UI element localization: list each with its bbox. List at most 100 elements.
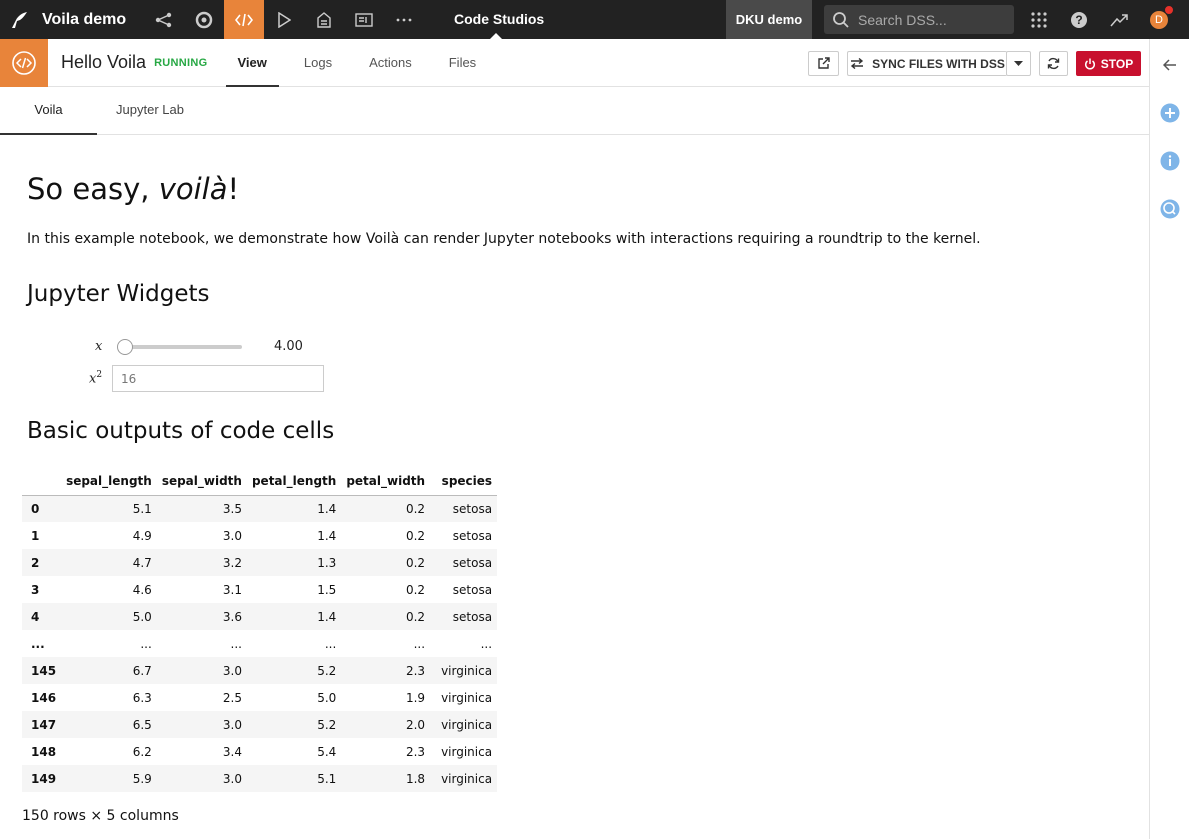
column-header-index <box>22 467 62 496</box>
project-name[interactable]: Voila demo <box>42 11 144 29</box>
squared-label-exponent: 2 <box>96 370 103 380</box>
table-cell: 5.0 <box>317 690 337 705</box>
code-icon[interactable] <box>224 0 264 39</box>
lab-icon[interactable] <box>184 0 224 39</box>
table-row: .................. <box>22 630 497 657</box>
table-cell: 2.3 <box>405 663 426 678</box>
squared-label: x2 <box>89 370 102 386</box>
table-cell: 6.5 <box>132 717 152 732</box>
top-navigation-bar: Voila demo Code Studios DKU demo Search … <box>0 0 1189 39</box>
notification-dot <box>1164 4 1174 15</box>
run-icon[interactable] <box>264 0 304 39</box>
tab-voila[interactable]: Voila <box>0 87 97 135</box>
slider-handle[interactable] <box>117 339 133 355</box>
table-cell: 5.4 <box>317 744 337 759</box>
table-cell: 1.3 <box>317 555 337 570</box>
table-cell: 4.6 <box>132 582 152 597</box>
column-header: sepal_length <box>61 467 157 496</box>
table-cell: 0.2 <box>405 582 426 597</box>
table-cell: 5.2 <box>317 717 337 732</box>
column-header: species <box>430 467 498 496</box>
table-cell: 3.4 <box>222 744 242 759</box>
flow-icon[interactable] <box>144 0 184 39</box>
refresh-button[interactable] <box>1039 51 1068 76</box>
help-icon[interactable]: ? <box>1060 0 1098 39</box>
notebook-title: So easy, voilà! <box>27 172 239 206</box>
table-cell: setosa <box>452 609 493 624</box>
table-cell: 3.5 <box>222 501 242 516</box>
row-index-cell: 149 <box>31 771 57 786</box>
stop-label: STOP <box>1100 56 1134 71</box>
x-slider[interactable] <box>118 345 242 349</box>
table-cell: 3.0 <box>222 771 242 786</box>
tab-view[interactable]: View <box>225 39 279 87</box>
slider-value: 4.00 <box>274 339 303 354</box>
outputs-heading: Basic outputs of code cells <box>27 418 335 444</box>
table-row: 4 5.0 3.6 1.4 0.2 setosa <box>22 603 498 630</box>
refresh-icon <box>1047 57 1060 70</box>
studio-tabs: View Logs Actions Files <box>225 39 502 87</box>
table-cell: 2.5 <box>222 690 242 705</box>
table-header-row: sepal_length sepal_width petal_length pe… <box>22 467 498 496</box>
row-index-cell: 0 <box>31 501 40 516</box>
table-cell: 6.7 <box>132 663 152 678</box>
tab-actions[interactable]: Actions <box>357 39 424 87</box>
table-row: 148 6.2 3.4 5.4 2.3 virginica <box>22 738 497 765</box>
sync-files-button[interactable]: SYNC FILES WITH DSS <box>847 51 1007 76</box>
table-cell: setosa <box>452 528 493 543</box>
table-cell: virginica <box>441 690 493 705</box>
back-arrow-icon[interactable] <box>1160 55 1180 75</box>
table-row: 0 5.1 3.5 1.4 0.2 setosa <box>22 495 498 522</box>
table-cell: 1.4 <box>317 528 337 543</box>
table-cell: 3.0 <box>222 528 242 543</box>
search-box[interactable]: Search DSS... <box>824 5 1014 34</box>
table-cell: 5.9 <box>132 771 152 786</box>
table-cell: 1.8 <box>405 771 426 786</box>
tab-jupyter-lab[interactable]: Jupyter Lab <box>97 87 203 135</box>
row-index-cell: 4 <box>31 609 40 624</box>
user-avatar[interactable]: D <box>1140 0 1178 39</box>
table-row: 149 5.9 3.0 5.1 1.8 virginica <box>22 765 498 792</box>
dataiku-logo-icon[interactable] <box>0 0 38 39</box>
row-index-cell: 2 <box>31 555 40 570</box>
app-title[interactable]: Code Studios <box>454 0 574 39</box>
row-index-cell: 1 <box>31 528 40 543</box>
table-row: 2 4.7 3.2 1.3 0.2 setosa <box>22 549 498 576</box>
squared-output-field[interactable]: 16 <box>112 365 324 392</box>
search-icon <box>833 11 849 28</box>
column-header: sepal_width <box>156 467 247 496</box>
deploy-icon[interactable] <box>304 0 344 39</box>
discussions-icon[interactable] <box>1160 199 1180 219</box>
sync-dropdown-button[interactable] <box>1006 51 1031 76</box>
status-badge: RUNNING <box>154 56 208 69</box>
stop-button[interactable]: STOP <box>1076 51 1141 76</box>
table-cell: virginica <box>441 771 493 786</box>
table-cell: virginica <box>441 717 493 732</box>
table-row: 147 6.5 3.0 5.2 2.0 virginica <box>22 711 498 738</box>
tab-files[interactable]: Files <box>437 39 488 87</box>
table-cell: 5.1 <box>132 501 152 516</box>
table-cell: 3.2 <box>222 555 242 570</box>
table-cell: 1.5 <box>317 582 337 597</box>
sync-arrows-icon <box>851 58 864 69</box>
open-new-window-button[interactable] <box>808 51 839 76</box>
table-cell: setosa <box>452 501 493 516</box>
slider-label: x <box>95 339 103 354</box>
trend-icon[interactable] <box>1100 0 1138 39</box>
add-circle-icon[interactable] <box>1160 103 1180 123</box>
info-circle-icon[interactable] <box>1160 151 1180 171</box>
tab-logs[interactable]: Logs <box>292 39 344 87</box>
apps-grid-icon[interactable] <box>1020 0 1058 39</box>
instance-name: DKU demo <box>726 0 812 39</box>
title-prefix: So easy, <box>27 172 159 206</box>
right-rail <box>1149 39 1189 839</box>
dashboard-icon[interactable] <box>344 0 384 39</box>
table-cell: 3.0 <box>222 663 242 678</box>
table-cell: ... <box>140 636 152 651</box>
search-input[interactable]: Search DSS... <box>858 12 947 28</box>
row-index-cell: 146 <box>31 690 57 705</box>
table-cell: 5.1 <box>317 771 337 786</box>
table-cell: 0.2 <box>405 501 426 516</box>
more-icon[interactable] <box>384 0 424 39</box>
table-cell: 0.2 <box>405 555 426 570</box>
